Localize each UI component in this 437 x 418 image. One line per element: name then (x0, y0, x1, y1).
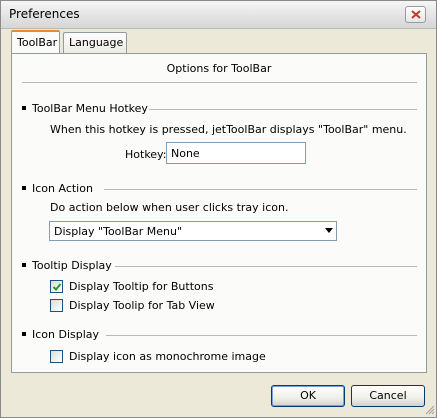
checkmark-icon (52, 283, 62, 291)
section-divider (106, 335, 417, 336)
tooltip-tabview-label: Display Toolip for Tab View (69, 299, 215, 312)
window-title: Preferences (9, 7, 80, 21)
icon-display-section-title: Icon Display (22, 328, 99, 341)
cancel-button[interactable]: Cancel (351, 385, 425, 407)
tooltip-section-title: Tooltip Display (22, 259, 112, 272)
title-bar[interactable]: Preferences (1, 1, 436, 29)
monochrome-icon-checkbox[interactable] (50, 350, 63, 363)
chevron-down-icon[interactable] (325, 228, 333, 233)
icon-action-section-title: Icon Action (22, 182, 93, 195)
section-divider (104, 189, 417, 190)
close-icon (411, 10, 421, 19)
toolbar-options-panel: Options for ToolBar ToolBar Menu Hotkey … (11, 53, 427, 373)
tooltip-buttons-label: Display Tooltip for Buttons (69, 280, 214, 293)
ok-button[interactable]: OK (271, 385, 345, 407)
tooltip-buttons-checkbox[interactable] (50, 280, 63, 293)
tab-toolbar[interactable]: ToolBar (11, 30, 60, 53)
tooltip-tabview-checkbox[interactable] (50, 299, 63, 312)
tab-language[interactable]: Language (63, 32, 127, 53)
hotkey-input[interactable] (166, 142, 306, 164)
close-button[interactable] (405, 6, 426, 23)
preferences-window: Preferences ToolBar Language Options for… (0, 0, 437, 418)
panel-heading-divider (22, 82, 417, 83)
bullet-icon (22, 263, 26, 267)
icon-action-select[interactable]: Display "ToolBar Menu" (49, 221, 337, 241)
icon-action-description: Do action below when user clicks tray ic… (50, 201, 289, 214)
monochrome-icon-label: Display icon as monochrome image (69, 350, 266, 363)
section-divider (149, 109, 417, 110)
hotkey-description: When this hotkey is pressed, jetToolBar … (50, 123, 407, 136)
hotkey-label: Hotkey: (125, 148, 167, 161)
section-divider (115, 266, 417, 267)
bullet-icon (22, 332, 26, 336)
panel-heading: Options for ToolBar (166, 62, 272, 75)
bullet-icon (22, 106, 26, 110)
bullet-icon (22, 186, 26, 190)
hotkey-section-title: ToolBar Menu Hotkey (22, 102, 148, 115)
resize-grip-icon[interactable] (425, 405, 435, 415)
icon-action-selected-value: Display "ToolBar Menu" (54, 225, 183, 238)
